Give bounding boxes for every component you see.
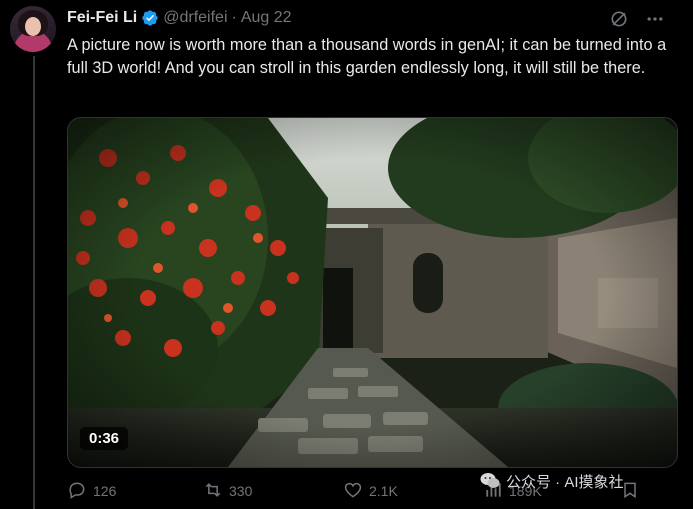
tweet-top-actions [609, 9, 665, 34]
more-icon[interactable] [645, 9, 665, 34]
wechat-watermark: 公众号 · AI摸象社 [480, 468, 624, 494]
video-player[interactable]: 0:36 [67, 117, 678, 468]
tweet[interactable]: Fei-Fei Li @drfeifei · Aug 22 A picture [0, 0, 693, 509]
video-duration: 0:36 [80, 427, 129, 450]
repost-count: 330 [229, 483, 253, 499]
header-separator: · [231, 9, 237, 26]
like-count: 2.1K [369, 483, 398, 499]
thread-line [33, 56, 35, 509]
repost-icon [203, 480, 223, 503]
grok-icon[interactable] [609, 9, 629, 34]
tweet-date[interactable]: Aug 22 [241, 9, 292, 27]
reply-button[interactable]: 126 [67, 477, 116, 505]
reply-count: 126 [93, 483, 117, 499]
watermark-text: 公众号 · AI摸象社 [506, 473, 624, 491]
avatar-face [25, 17, 41, 36]
author-name[interactable]: Fei-Fei Li [67, 9, 137, 27]
reply-icon [67, 480, 87, 503]
verified-badge-icon [141, 9, 159, 27]
repost-button[interactable]: 330 [203, 477, 252, 505]
tweet-header: Fei-Fei Li @drfeifei · Aug 22 [67, 7, 292, 29]
author-handle[interactable]: @drfeifei [163, 9, 227, 27]
like-icon [343, 480, 363, 503]
avatar[interactable] [10, 6, 56, 52]
like-button[interactable]: 2.1K [343, 477, 398, 505]
wechat-logo-icon [480, 472, 500, 490]
video-frame [68, 118, 677, 467]
tweet-text: A picture now is worth more than a thous… [67, 36, 667, 77]
